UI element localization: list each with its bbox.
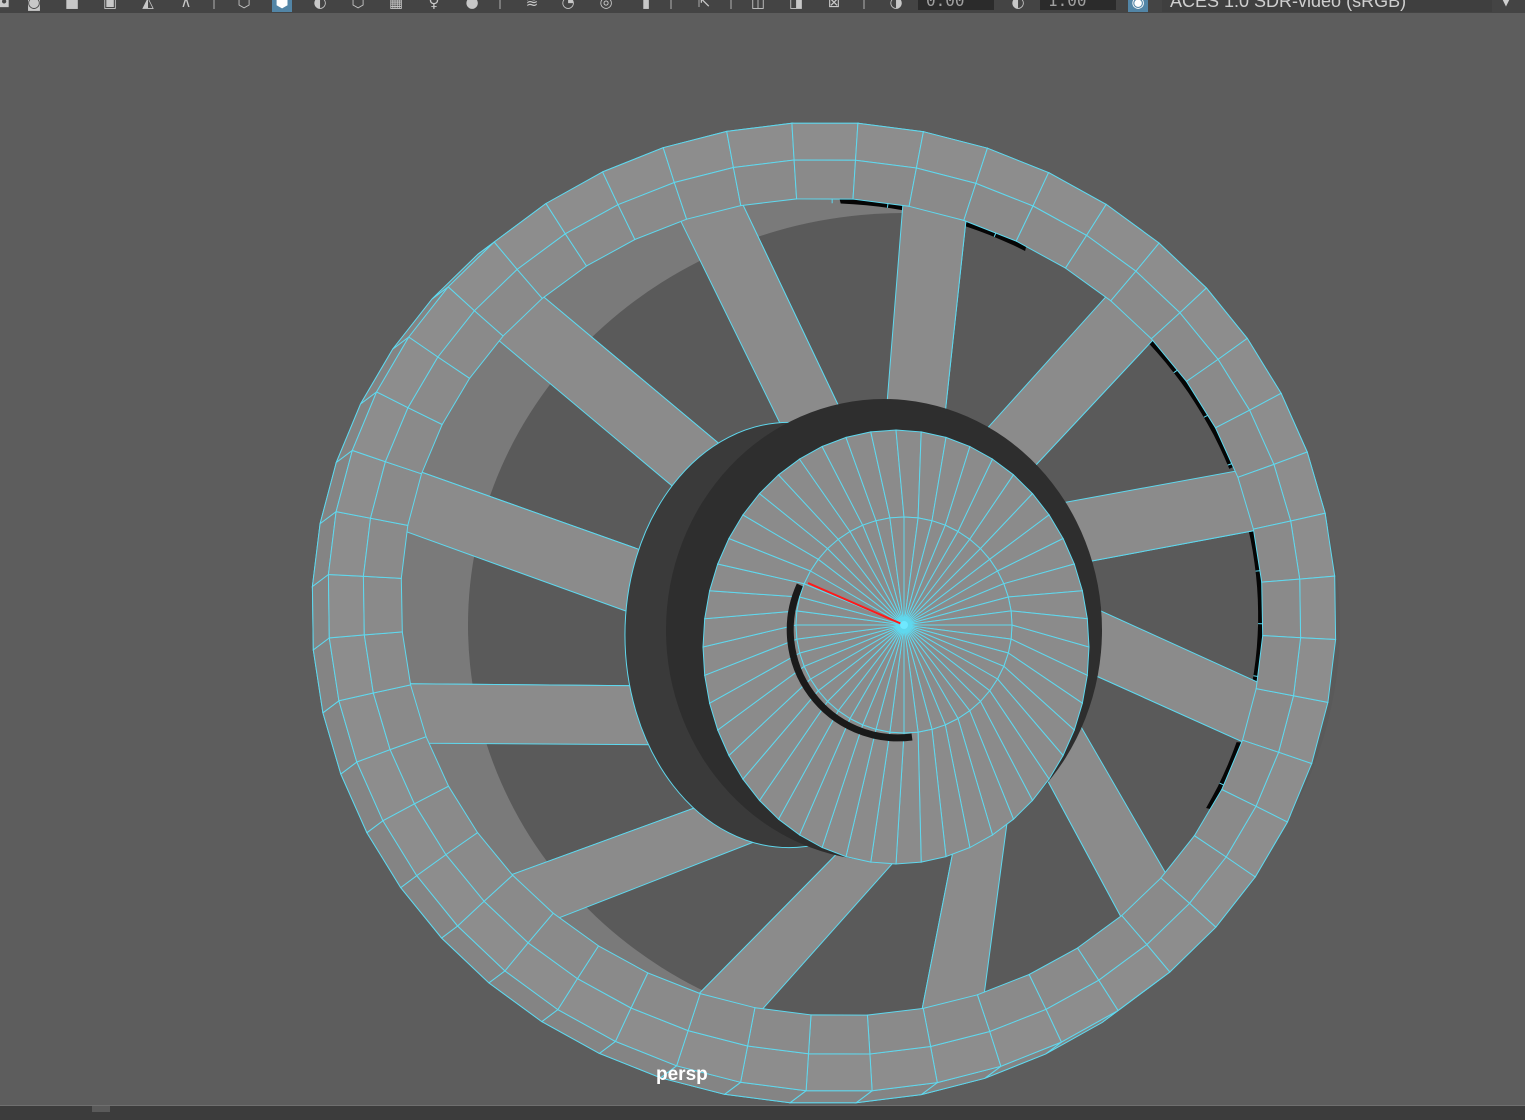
xray-active-components-icon[interactable]: ◨ xyxy=(786,0,806,12)
toolbar-separator xyxy=(730,0,732,9)
wireframe-on-shaded-icon[interactable]: ⬡ xyxy=(348,0,368,12)
exposure-icon[interactable]: ◑ xyxy=(886,0,906,12)
rim-face-outer xyxy=(1299,575,1337,641)
panel-tab-handle[interactable] xyxy=(92,1106,110,1112)
bookmark-icon[interactable]: ▣ xyxy=(100,0,120,12)
rim-face-inner xyxy=(1255,635,1302,697)
toolbar-separator xyxy=(499,0,501,9)
wireframe-icon[interactable]: ⬡ xyxy=(234,0,254,12)
rim-face-inner xyxy=(362,575,403,636)
rim-face-inner xyxy=(866,1007,932,1055)
rim-face-inner xyxy=(807,1014,871,1055)
viewport-toolbar: ◘ ◙ ■ ▣ ◭ ⊼ ⬡ ⬢ ◐ ⬡ ▦ ♀ ● ≋ ◔ ◎ ▮ ⇱ ◫ ◨ ⊠ ◑ ◐ ◉ 0.00 1.00 ACES … xyxy=(0,0,1525,13)
rim-face-inner xyxy=(852,159,917,207)
smooth-shade-icon[interactable]: ⬢ xyxy=(272,0,292,12)
panel-bottom-edge xyxy=(0,1105,1525,1120)
3d-viewport[interactable]: persp xyxy=(0,13,1525,1105)
2d-pan-zoom-icon[interactable]: ◭ xyxy=(138,0,158,12)
rim-face-outer xyxy=(791,122,859,161)
wheel-mesh-view[interactable] xyxy=(0,13,1525,1105)
exposure-field[interactable]: 0.00 xyxy=(918,0,994,10)
anti-aliasing-icon[interactable]: ◎ xyxy=(596,0,616,12)
xray-icon[interactable]: ◫ xyxy=(748,0,768,12)
camera-attributes-icon[interactable]: ◙ xyxy=(24,0,44,12)
toolbar-separator xyxy=(213,0,215,9)
rim-side-face xyxy=(311,573,330,651)
hub-disc xyxy=(702,429,1090,865)
color-management-icon[interactable]: ◉ xyxy=(1128,0,1148,12)
depth-of-field-icon[interactable]: ▮ xyxy=(636,0,656,12)
grease-pencil-icon[interactable]: ⊼ xyxy=(176,0,196,12)
rim-face-inner xyxy=(362,517,409,579)
textured-icon[interactable]: ▦ xyxy=(386,0,406,12)
isolate-select-icon[interactable]: ⇱ xyxy=(694,0,714,12)
rim-face-inner xyxy=(732,159,798,207)
toolbar-separator xyxy=(863,0,865,9)
shadows-icon[interactable]: ● xyxy=(462,0,482,12)
image-plane-icon[interactable]: ■ xyxy=(62,0,82,12)
rim-face-outer xyxy=(805,1053,873,1092)
select-camera-icon[interactable]: ◘ xyxy=(0,0,14,12)
motion-blur-icon[interactable]: ◔ xyxy=(558,0,578,12)
rim-face-outer xyxy=(327,573,365,639)
color-space-dropdown[interactable]: ACES 1.0 SDR-video (sRGB) xyxy=(1162,0,1492,12)
gamma-icon[interactable]: ◐ xyxy=(1008,0,1028,12)
pivot-point xyxy=(900,621,908,629)
gamma-field[interactable]: 1.00 xyxy=(1040,0,1116,10)
rim-face-inner xyxy=(793,159,857,200)
screen-space-ao-icon[interactable]: ≋ xyxy=(522,0,542,12)
xray-joints-icon[interactable]: ⊠ xyxy=(824,0,844,12)
camera-name-label: persp xyxy=(656,1064,708,1085)
toolbar-separator xyxy=(670,0,672,9)
rim-face-inner xyxy=(1261,578,1302,639)
rim-face-inner xyxy=(747,1007,812,1055)
chevron-down-icon[interactable]: ▼ xyxy=(1496,0,1516,10)
default-material-icon[interactable]: ◐ xyxy=(310,0,330,12)
use-all-lights-icon[interactable]: ♀ xyxy=(424,0,444,12)
